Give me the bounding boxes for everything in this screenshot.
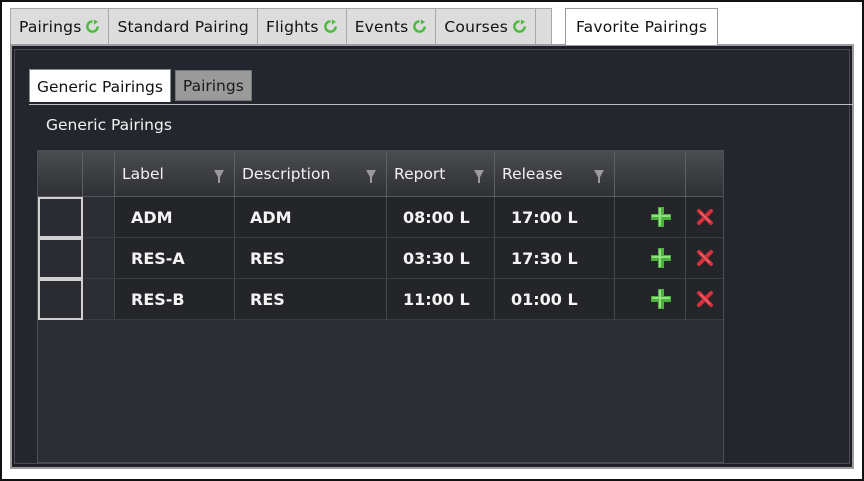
header-gutter-column (83, 151, 115, 197)
delete-button[interactable] (686, 197, 723, 238)
subtab-generic-pairings[interactable]: Generic Pairings (29, 69, 171, 102)
tab-pairings[interactable]: Pairings (10, 8, 110, 44)
table-row[interactable]: RES-A RES 03:30 L 17:30 L (38, 238, 723, 279)
cell-release: 01:00 L (495, 279, 615, 320)
tab-pairings-label: Pairings (19, 17, 82, 36)
tab-blank[interactable] (534, 8, 552, 44)
refresh-icon[interactable] (85, 19, 100, 34)
header-description[interactable]: Description (235, 151, 387, 197)
cell-report: 03:30 L (387, 238, 495, 279)
header-release-text: Release (502, 165, 563, 183)
header-add-column (615, 151, 686, 197)
cell-description: ADM (235, 197, 387, 238)
cell-release: 17:30 L (495, 238, 615, 279)
refresh-icon[interactable] (512, 19, 527, 34)
tab-courses-label: Courses (444, 17, 508, 36)
top-tab-bar: Pairings Standard Pairing Flights Events… (10, 8, 719, 45)
plus-icon (651, 248, 671, 268)
cell-report: 08:00 L (387, 197, 495, 238)
tab-flights[interactable]: Flights (256, 8, 347, 44)
header-delete-column (686, 151, 723, 197)
row-select-cell[interactable] (38, 279, 83, 320)
cell-release: 17:00 L (495, 197, 615, 238)
header-select-column (38, 151, 83, 197)
app-frame: Pairings Standard Pairing Flights Events… (0, 0, 864, 481)
cell-label: ADM (115, 197, 235, 238)
pairings-grid: Label Description Report Release ADM ADM… (37, 150, 724, 463)
header-report[interactable]: Report (387, 151, 495, 197)
tab-favorite-pairings[interactable]: Favorite Pairings (564, 8, 719, 45)
header-label-text: Label (122, 165, 164, 183)
row-select-cell[interactable] (38, 197, 83, 238)
delete-x-icon (696, 250, 713, 266)
refresh-icon[interactable] (412, 19, 427, 34)
header-report-text: Report (394, 165, 446, 183)
delete-button[interactable] (686, 279, 723, 320)
filter-icon[interactable] (214, 170, 224, 183)
delete-x-icon (696, 291, 713, 307)
table-row[interactable]: ADM ADM 08:00 L 17:00 L (38, 197, 723, 238)
cell-description: RES (235, 279, 387, 320)
header-description-text: Description (242, 165, 331, 183)
add-button[interactable] (615, 197, 686, 238)
tab-courses[interactable]: Courses (435, 8, 536, 44)
cell-description: RES (235, 238, 387, 279)
divider (29, 104, 853, 105)
row-select-cell[interactable] (38, 238, 83, 279)
tab-standard-pairing-label: Standard Pairing (117, 17, 249, 36)
delete-x-icon (696, 209, 713, 225)
refresh-icon[interactable] (323, 19, 338, 34)
row-gutter-cell (83, 279, 115, 320)
grid-header: Label Description Report Release (38, 151, 723, 197)
delete-button[interactable] (686, 238, 723, 279)
grid-empty-area (38, 322, 723, 462)
cell-label: RES-A (115, 238, 235, 279)
tab-flights-label: Flights (265, 17, 319, 36)
header-label[interactable]: Label (115, 151, 235, 197)
table-row[interactable]: RES-B RES 11:00 L 01:00 L (38, 279, 723, 320)
plus-icon (651, 207, 671, 227)
inner-panel: Generic Pairings Pairings Generic Pairin… (14, 49, 853, 464)
filter-icon[interactable] (366, 170, 376, 183)
subtab-pairings[interactable]: Pairings (174, 70, 252, 101)
section-title: Generic Pairings (46, 116, 172, 134)
filter-icon[interactable] (474, 170, 484, 183)
sub-tab-bar: Generic Pairings Pairings (29, 69, 256, 102)
row-gutter-cell (83, 197, 115, 238)
cell-label: RES-B (115, 279, 235, 320)
filter-icon[interactable] (594, 170, 604, 183)
header-release[interactable]: Release (495, 151, 615, 197)
row-gutter-cell (83, 238, 115, 279)
add-button[interactable] (615, 238, 686, 279)
tab-events[interactable]: Events (345, 8, 437, 44)
tab-standard-pairing[interactable]: Standard Pairing (108, 8, 258, 44)
plus-icon (651, 289, 671, 309)
tab-favorite-pairings-label: Favorite Pairings (575, 18, 708, 36)
cell-report: 11:00 L (387, 279, 495, 320)
add-button[interactable] (615, 279, 686, 320)
main-panel: Generic Pairings Pairings Generic Pairin… (10, 44, 854, 469)
tab-events-label: Events (354, 17, 409, 36)
